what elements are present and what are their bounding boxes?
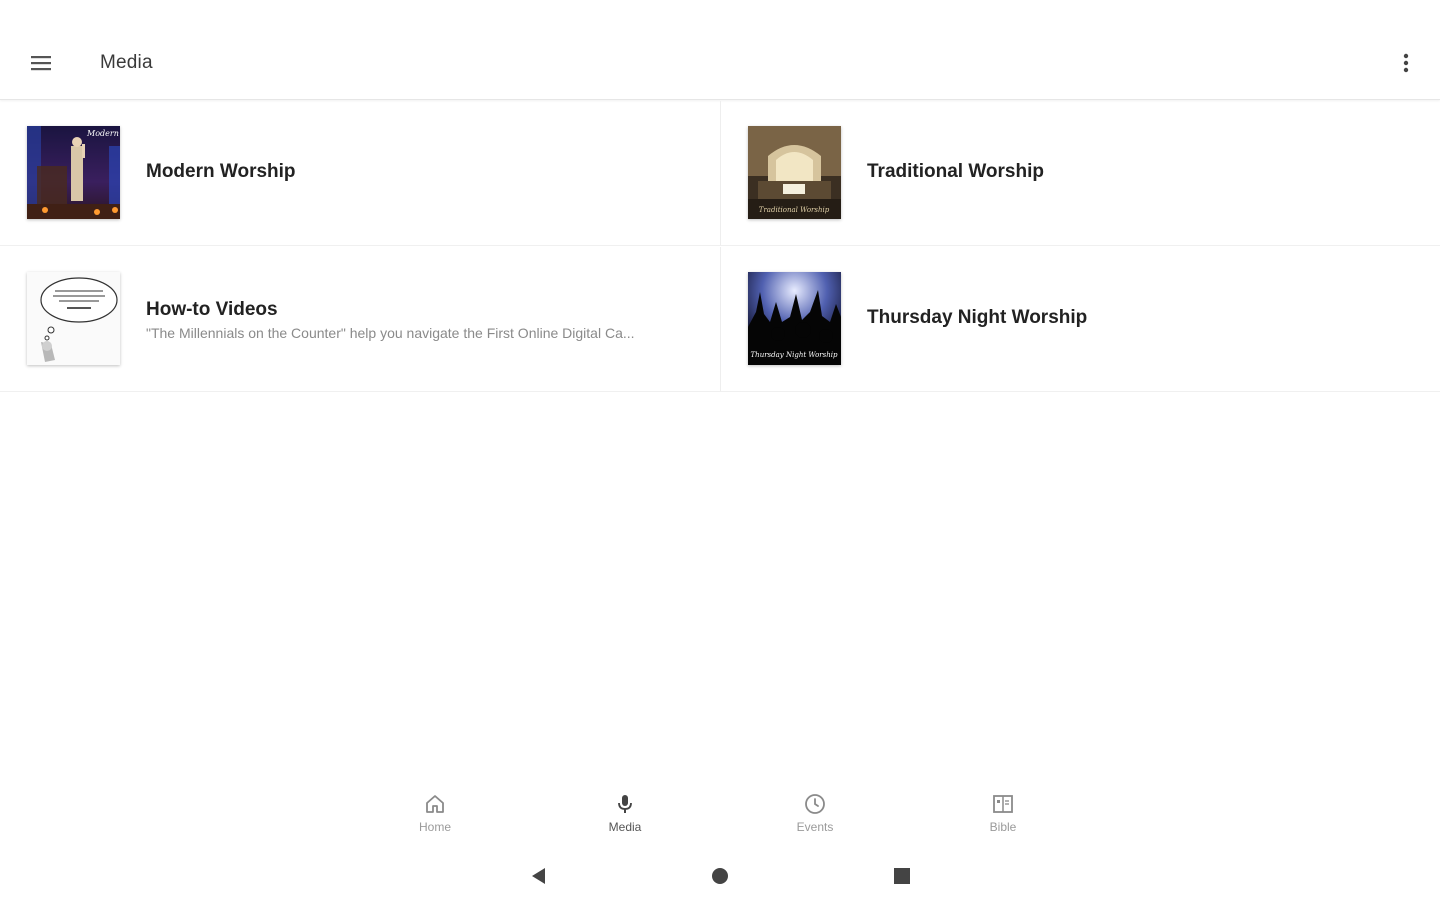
page-title: Media [100,52,153,73]
system-home-button[interactable] [706,862,734,890]
microphone-icon [618,795,632,813]
thumbnail-caption: Thursday Night Worship [751,351,838,359]
media-item-thursday-night-worship[interactable]: Thursday Night Worship Thursday Night Wo… [720,247,1440,392]
nav-media[interactable]: Media [580,792,670,844]
system-navigation-bar [0,850,1440,900]
nav-label: Bible [989,820,1017,834]
nav-home[interactable]: Home [390,792,480,844]
nav-bible[interactable]: Bible [958,792,1048,844]
bottom-navigation: Home Media Events Bible [0,780,1440,846]
media-item-subtitle: "The Millennials on the Counter" help yo… [146,325,635,341]
media-item-traditional-worship[interactable]: Traditional Worship Traditional Worship [720,101,1440,246]
media-item-title: Traditional Worship [867,161,1044,182]
more-vert-icon [1403,53,1409,73]
nav-label: Events [796,820,834,834]
home-circle-icon [712,868,728,884]
media-item-title: Thursday Night Worship [867,307,1088,328]
overflow-menu-button[interactable] [1388,44,1424,82]
back-triangle-icon [532,868,545,884]
system-recents-button[interactable] [888,862,916,890]
modern-worship-thumbnail: Modern Worship [27,126,120,219]
thumbnail-caption: Modern Worship [86,129,120,138]
system-back-button[interactable] [524,862,552,890]
app-bar: Media [0,0,1440,100]
nav-label: Media [608,820,642,834]
clock-icon [805,794,825,814]
book-icon [993,795,1013,813]
how-to-videos-thumbnail [27,272,120,365]
menu-button[interactable] [22,44,60,82]
media-item-title: How-to Videos [146,299,278,320]
nav-events[interactable]: Events [770,792,860,844]
media-item-modern-worship[interactable]: Modern Worship Modern Worship [0,101,720,246]
nav-label: Home [418,820,451,834]
home-icon [426,795,444,813]
traditional-worship-thumbnail: Traditional Worship [748,126,841,219]
media-item-how-to-videos[interactable]: How-to Videos "The Millennials on the Co… [0,247,720,392]
recents-square-icon [894,868,910,884]
thumbnail-caption: Traditional Worship [759,206,830,214]
thursday-night-worship-thumbnail: Thursday Night Worship [748,272,841,365]
media-item-title: Modern Worship [146,161,296,182]
hamburger-menu-icon [31,56,51,71]
